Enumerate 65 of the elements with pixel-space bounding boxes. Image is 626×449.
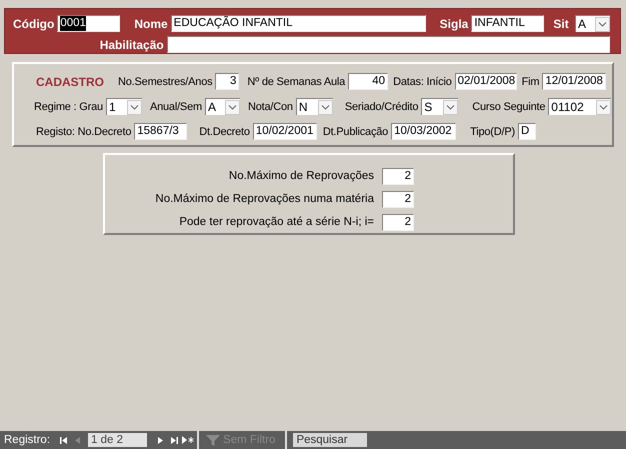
field-label: Nota/Con xyxy=(248,100,293,112)
field-label: Anual/Sem xyxy=(150,100,202,112)
dropdown-field[interactable]: N xyxy=(296,98,333,115)
field-label: Pode ter reprovação até a série N-i; i= xyxy=(178,215,374,230)
record-label: Registro: xyxy=(4,434,50,446)
first-record-icon xyxy=(60,436,67,444)
search-field[interactable]: Pesquisar xyxy=(293,433,368,447)
next-record-icon xyxy=(158,436,163,444)
input-field[interactable]: INFANTIL xyxy=(471,15,544,32)
input-field[interactable]: 12/01/2008 xyxy=(542,73,606,90)
dropdown-button[interactable] xyxy=(126,100,142,114)
field-label: Nº de Semanas Aula xyxy=(247,76,346,88)
dropdown-button[interactable] xyxy=(596,100,612,114)
dropdown-button[interactable] xyxy=(443,100,458,114)
input-field[interactable]: 02/01/2008 xyxy=(454,73,517,90)
field-label: No.Máximo de Reprovações numa matéria xyxy=(155,192,374,207)
dropdown-field[interactable]: 01102 xyxy=(548,98,612,115)
dropdown-button[interactable] xyxy=(224,100,240,114)
field-label: Seriado/Crédito xyxy=(344,100,418,112)
field-label: Habilitação xyxy=(98,38,164,52)
field-label: Sigla xyxy=(440,16,468,30)
record-position-field[interactable]: 1 de 2 xyxy=(88,433,148,447)
input-field[interactable]: 10/02/2001 xyxy=(252,123,317,140)
field-label: Tipo(D/P) xyxy=(470,126,515,138)
filter-icon xyxy=(205,434,222,446)
chevron-down-icon xyxy=(446,104,456,110)
field-label: Código xyxy=(13,16,54,30)
section-title: CADASTRO xyxy=(36,74,104,88)
chevron-down-icon xyxy=(599,104,608,110)
last-record-icon xyxy=(170,436,178,444)
input-field[interactable]: 3 xyxy=(215,73,240,90)
input-field[interactable]: 15867/3 xyxy=(134,123,188,140)
field-label: Curso Seguinte xyxy=(472,100,546,112)
dropdown-field[interactable]: A xyxy=(575,15,610,32)
field-label: No.Semestres/Anos xyxy=(118,76,212,88)
input-field[interactable]: 2 xyxy=(382,168,414,185)
input-field[interactable]: 10/03/2002 xyxy=(391,123,456,140)
input-field[interactable] xyxy=(166,36,610,53)
field-label: Fim xyxy=(522,76,540,88)
input-field[interactable]: 2 xyxy=(382,214,414,231)
input-field[interactable]: 40 xyxy=(348,73,388,90)
previous-record-icon xyxy=(74,436,80,444)
new-record-icon xyxy=(182,436,194,444)
input-field[interactable]: EDUCAÇÃO INFANTIL xyxy=(170,15,426,32)
field-label: No.Máximo de Reprovações xyxy=(228,169,374,184)
dropdown-button[interactable] xyxy=(318,100,333,114)
dropdown-field[interactable]: 1 xyxy=(106,98,142,115)
field-label: Registo: No.Decreto xyxy=(36,126,132,138)
field-label: Datas: Início xyxy=(393,76,452,88)
dropdown-field[interactable]: A xyxy=(204,98,240,115)
new-record-button[interactable] xyxy=(181,433,196,447)
dropdown-button[interactable] xyxy=(595,16,610,32)
field-label: Sit xyxy=(553,16,569,30)
field-label: Nome xyxy=(134,16,168,30)
dropdown-field[interactable]: S xyxy=(421,98,458,115)
chevron-down-icon xyxy=(598,22,607,26)
input-field[interactable]: 2 xyxy=(382,191,414,208)
input-field[interactable]: D xyxy=(518,123,536,140)
input-field[interactable]: 0001 xyxy=(57,15,120,32)
field-label: Dt.Publicação xyxy=(322,126,388,138)
chevron-down-icon xyxy=(228,104,237,110)
field-label: Regime : Grau xyxy=(34,100,103,112)
chevron-down-icon xyxy=(130,104,139,110)
chevron-down-icon xyxy=(320,104,330,110)
field-label: Dt.Decreto xyxy=(199,126,250,138)
